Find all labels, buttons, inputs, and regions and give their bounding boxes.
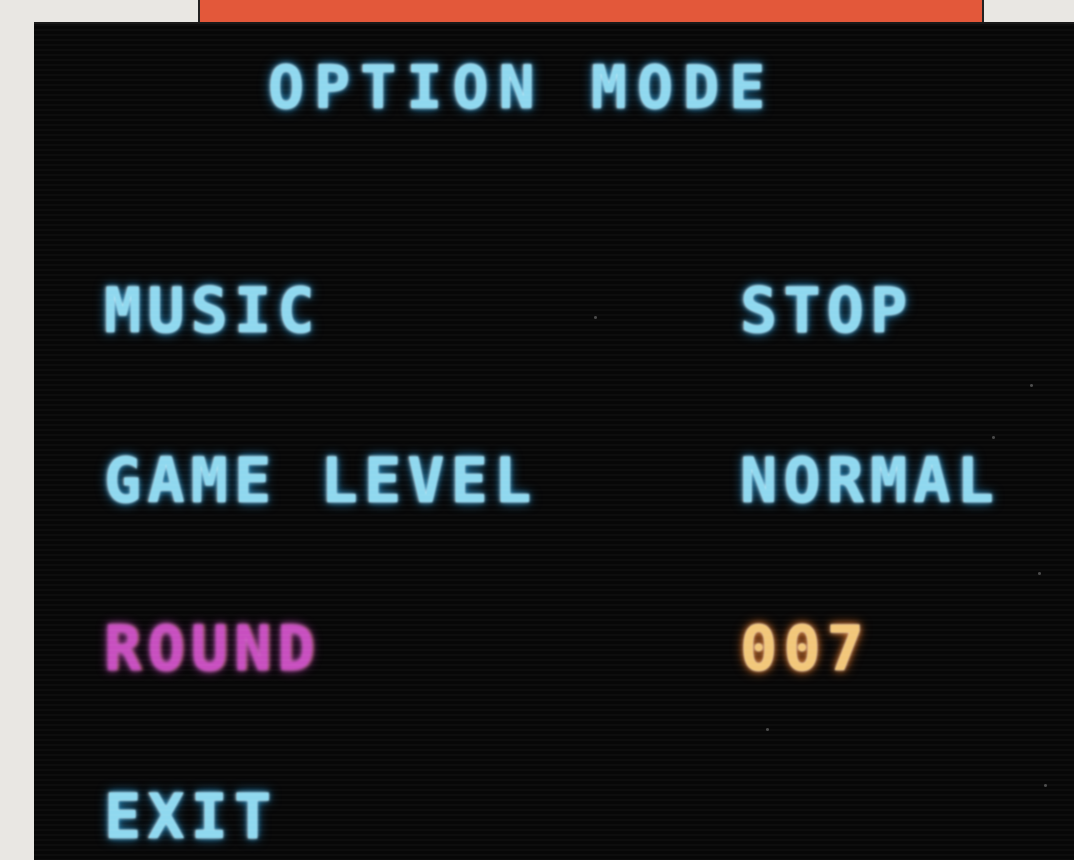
crt-noise-speck	[594, 316, 597, 319]
menu-item-music[interactable]: MUSIC	[104, 280, 321, 342]
menu-item-round-selected[interactable]: ROUND	[104, 618, 321, 680]
game-screen: OPTION MODE MUSIC STOP GAME LEVEL NORMAL…	[34, 22, 1074, 860]
music-value[interactable]: STOP	[740, 280, 913, 342]
crt-noise-speck	[766, 728, 769, 731]
crt-noise-speck	[1030, 384, 1033, 387]
game-level-value[interactable]: NORMAL	[740, 450, 1000, 512]
menu-item-game-level[interactable]: GAME LEVEL	[104, 450, 537, 512]
round-value[interactable]: 007	[740, 618, 870, 680]
menu-item-exit[interactable]: EXIT	[104, 786, 277, 848]
crt-noise-speck	[992, 436, 995, 439]
crt-noise-speck	[1038, 572, 1041, 575]
menu-title: OPTION MODE	[268, 53, 776, 123]
crt-noise-speck	[1044, 784, 1047, 787]
magazine-banner	[198, 0, 984, 24]
